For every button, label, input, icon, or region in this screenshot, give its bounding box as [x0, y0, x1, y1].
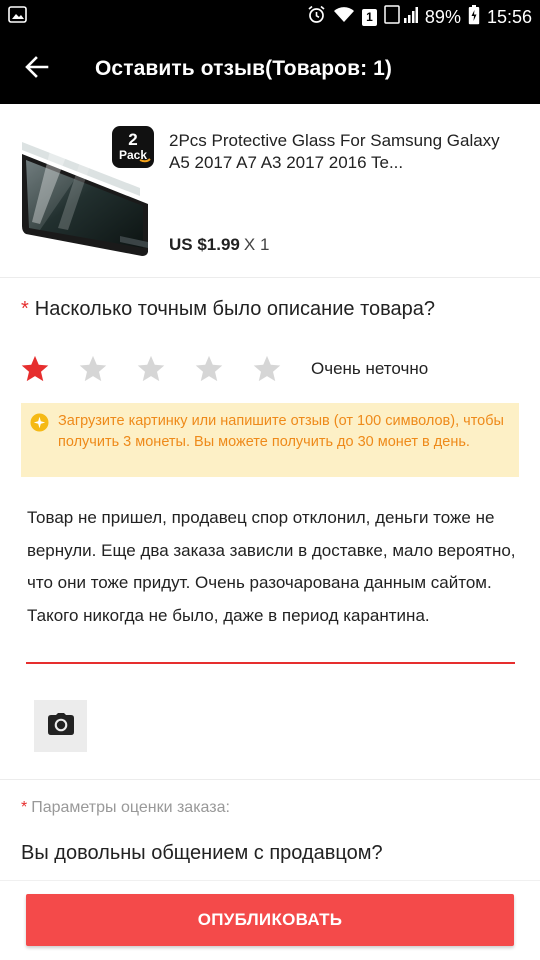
- product-price: US $1.99: [169, 235, 240, 254]
- star-2-icon[interactable]: [78, 354, 108, 384]
- order-params-text: Параметры оценки заказа:: [31, 799, 230, 816]
- app-bar: Оставить отзыв(Товаров: 1): [0, 34, 540, 104]
- rating-label: Очень неточно: [311, 359, 429, 378]
- section-divider: [0, 779, 540, 780]
- status-bar: 1 89% 15:56: [0, 0, 540, 34]
- alarm-icon: [307, 5, 326, 29]
- product-card: 2 Pack 2Pcs Protective Glass For Samsung…: [0, 104, 540, 278]
- battery-percent: 89%: [424, 6, 461, 27]
- review-underline: [26, 662, 515, 664]
- clock: 15:56: [486, 6, 532, 27]
- svg-text:2: 2: [128, 130, 137, 149]
- seller-communication-question: Вы довольны общением с продавцом?: [21, 842, 383, 864]
- wifi-icon: [333, 6, 355, 28]
- gallery-icon: [8, 6, 27, 28]
- signal-icon: [384, 5, 418, 29]
- required-mark: *: [21, 799, 28, 816]
- publish-button[interactable]: ОПУБЛИКОВАТЬ: [26, 894, 514, 946]
- review-textarea[interactable]: Товар не пришел, продавец спор отклонил,…: [27, 502, 517, 632]
- add-photo-button[interactable]: [34, 700, 87, 752]
- product-title[interactable]: 2Pcs Protective Glass For Samsung Galaxy…: [169, 130, 509, 174]
- coins-notice: Загрузите картинку или напишите отзыв (о…: [21, 403, 519, 477]
- svg-text:Pack: Pack: [119, 148, 147, 162]
- battery-icon: [468, 4, 480, 30]
- star-5-icon[interactable]: [252, 354, 282, 384]
- coins-notice-text: Загрузите картинку или напишите отзыв (о…: [58, 413, 504, 450]
- page-title: Оставить отзыв(Товаров: 1): [95, 57, 392, 80]
- product-price-row: US $1.99 X 1: [169, 235, 269, 255]
- back-button[interactable]: [0, 34, 74, 104]
- arrow-left-icon: [25, 55, 49, 83]
- star-4-icon[interactable]: [194, 354, 224, 384]
- star-3-icon[interactable]: [136, 354, 166, 384]
- sim-icon: 1: [361, 8, 377, 26]
- order-params-label: * Параметры оценки заказа:: [21, 799, 230, 817]
- required-mark: *: [21, 298, 29, 320]
- product-image[interactable]: 2 Pack: [20, 126, 156, 262]
- rating-question-text: Насколько точным было описание товара?: [34, 298, 436, 320]
- rating-question: * Насколько точным было описание товара?: [21, 298, 435, 321]
- coin-icon: [30, 413, 49, 432]
- camera-icon: [47, 712, 74, 740]
- star-1-icon[interactable]: [20, 354, 50, 384]
- pack-badge: 2 Pack: [112, 126, 154, 168]
- product-quantity: X 1: [243, 235, 270, 254]
- star-rating: [20, 352, 310, 386]
